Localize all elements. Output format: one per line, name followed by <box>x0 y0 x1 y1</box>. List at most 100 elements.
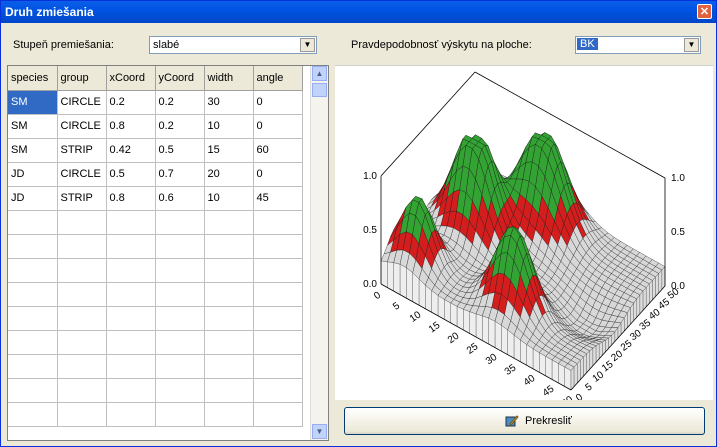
table-cell[interactable]: 10 <box>204 114 254 139</box>
table-cell[interactable] <box>8 306 58 331</box>
table-cell[interactable] <box>8 210 58 235</box>
table-cell[interactable] <box>106 258 156 283</box>
table-cell[interactable] <box>155 354 205 379</box>
table-row[interactable]: JD CIRCLE 0.5 0.7 20 0 <box>8 162 303 187</box>
table-cell[interactable] <box>106 234 156 259</box>
table-cell[interactable] <box>253 282 303 307</box>
mix-select[interactable]: slabé ▼ <box>149 36 317 54</box>
table-cell[interactable]: STRIP <box>57 138 107 163</box>
table-cell[interactable] <box>8 402 58 427</box>
table-cell[interactable] <box>57 282 107 307</box>
table-cell[interactable] <box>204 354 254 379</box>
table-cell[interactable] <box>253 330 303 355</box>
table-cell[interactable]: CIRCLE <box>57 162 107 187</box>
table-cell[interactable]: 0.8 <box>106 186 156 211</box>
table-row[interactable]: SM CIRCLE 0.8 0.2 10 0 <box>8 114 303 139</box>
table-cell[interactable]: 0.2 <box>155 90 205 115</box>
table-row[interactable] <box>8 210 303 235</box>
table-cell[interactable] <box>155 378 205 403</box>
table-cell[interactable]: JD <box>8 162 58 187</box>
table-row[interactable] <box>8 402 303 427</box>
table-cell[interactable] <box>57 402 107 427</box>
table-cell[interactable] <box>57 378 107 403</box>
table-cell[interactable]: SM <box>8 138 58 163</box>
title-bar[interactable]: Druh zmiešania ✕ <box>1 1 716 23</box>
table-cell[interactable] <box>155 402 205 427</box>
table-cell[interactable] <box>57 210 107 235</box>
table-cell[interactable] <box>204 282 254 307</box>
table-cell[interactable] <box>155 282 205 307</box>
column-header-angle[interactable]: angle <box>253 66 303 91</box>
table-cell[interactable]: 0 <box>253 114 303 139</box>
table-cell[interactable] <box>57 306 107 331</box>
scroll-up-icon[interactable]: ▲ <box>312 66 327 81</box>
table-cell[interactable] <box>106 402 156 427</box>
table-cell[interactable] <box>155 330 205 355</box>
table-row[interactable] <box>8 258 303 283</box>
table-row[interactable]: SM CIRCLE 0.2 0.2 30 0 <box>8 90 303 115</box>
table-cell[interactable]: CIRCLE <box>57 114 107 139</box>
table-cell[interactable] <box>204 234 254 259</box>
column-header-group[interactable]: group <box>57 66 107 91</box>
table-cell[interactable] <box>155 210 205 235</box>
table-cell[interactable]: SM <box>8 90 58 115</box>
column-header-species[interactable]: species <box>8 66 58 91</box>
table-cell[interactable]: 0.2 <box>106 90 156 115</box>
table-row[interactable] <box>8 330 303 355</box>
table-cell[interactable] <box>8 234 58 259</box>
table-cell[interactable]: 0.5 <box>155 138 205 163</box>
table-row[interactable] <box>8 378 303 403</box>
table-cell[interactable]: 0.8 <box>106 114 156 139</box>
table-cell[interactable] <box>8 354 58 379</box>
table-cell[interactable] <box>57 234 107 259</box>
table-cell[interactable] <box>204 210 254 235</box>
table-cell[interactable]: STRIP <box>57 186 107 211</box>
table-row[interactable] <box>8 282 303 307</box>
redraw-button[interactable]: Prekresliť <box>344 407 705 435</box>
table-cell[interactable]: 0 <box>253 90 303 115</box>
table-cell[interactable]: 15 <box>204 138 254 163</box>
table-cell[interactable] <box>253 306 303 331</box>
table-cell[interactable] <box>57 330 107 355</box>
table-row[interactable]: SM STRIP 0.42 0.5 15 60 <box>8 138 303 163</box>
species-select[interactable]: BK ▼ <box>575 36 701 54</box>
table-cell[interactable] <box>8 378 58 403</box>
table-cell[interactable] <box>253 210 303 235</box>
column-header-ycoord[interactable]: yCoord <box>155 66 205 91</box>
table-row[interactable]: JD STRIP 0.8 0.6 10 45 <box>8 186 303 211</box>
table-cell[interactable] <box>106 210 156 235</box>
table-cell[interactable]: 0.6 <box>155 186 205 211</box>
table-cell[interactable]: 0.2 <box>155 114 205 139</box>
table-cell[interactable] <box>106 330 156 355</box>
table-cell[interactable] <box>204 378 254 403</box>
scroll-down-icon[interactable]: ▼ <box>312 424 327 439</box>
column-header-xcoord[interactable]: xCoord <box>106 66 156 91</box>
column-header-width[interactable]: width <box>204 66 254 91</box>
table-cell[interactable] <box>106 282 156 307</box>
table-cell[interactable] <box>106 378 156 403</box>
table-cell[interactable] <box>253 402 303 427</box>
table-cell[interactable]: 60 <box>253 138 303 163</box>
table-cell[interactable] <box>204 330 254 355</box>
table-cell[interactable] <box>57 354 107 379</box>
table-cell[interactable]: 20 <box>204 162 254 187</box>
scroll-thumb[interactable] <box>312 83 327 97</box>
chevron-down-icon[interactable]: ▼ <box>300 38 315 52</box>
table-cell[interactable]: 0.5 <box>106 162 156 187</box>
close-button[interactable]: ✕ <box>697 4 712 19</box>
table-cell[interactable]: JD <box>8 186 58 211</box>
table-cell[interactable]: 0.42 <box>106 138 156 163</box>
table-cell[interactable]: 10 <box>204 186 254 211</box>
table-cell[interactable]: 0.7 <box>155 162 205 187</box>
table-cell[interactable] <box>253 378 303 403</box>
table-cell[interactable] <box>204 258 254 283</box>
table-cell[interactable] <box>57 258 107 283</box>
table-cell[interactable]: CIRCLE <box>57 90 107 115</box>
table-cell[interactable]: SM <box>8 114 58 139</box>
table-cell[interactable] <box>204 402 254 427</box>
table-cell[interactable] <box>8 330 58 355</box>
table-cell[interactable] <box>253 234 303 259</box>
table-cell[interactable]: 0 <box>253 162 303 187</box>
table-cell[interactable] <box>8 258 58 283</box>
table-cell[interactable] <box>155 234 205 259</box>
